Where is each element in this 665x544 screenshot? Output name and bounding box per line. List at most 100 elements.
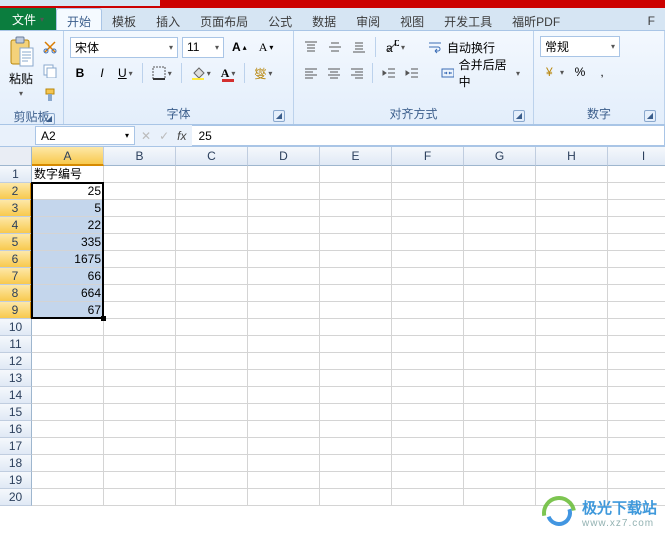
cell[interactable] xyxy=(176,251,248,268)
cell[interactable] xyxy=(464,489,536,506)
cell[interactable] xyxy=(536,166,608,183)
row-header[interactable]: 17 xyxy=(0,438,32,455)
cell[interactable] xyxy=(608,421,665,438)
dialog-launcher-icon[interactable]: ◢ xyxy=(513,110,525,122)
column-header[interactable]: B xyxy=(104,147,176,166)
cell[interactable] xyxy=(392,370,464,387)
row-header[interactable]: 8 xyxy=(0,285,32,302)
cell[interactable] xyxy=(392,455,464,472)
cell[interactable] xyxy=(104,183,176,200)
cell[interactable] xyxy=(320,489,392,506)
cell[interactable] xyxy=(248,166,320,183)
underline-button[interactable]: U▾ xyxy=(114,62,137,84)
align-left-button[interactable] xyxy=(300,62,321,84)
cell[interactable] xyxy=(248,489,320,506)
cell[interactable] xyxy=(320,336,392,353)
cell[interactable]: 25 xyxy=(32,183,104,200)
cell[interactable] xyxy=(536,319,608,336)
cell[interactable] xyxy=(608,302,665,319)
cell[interactable] xyxy=(176,319,248,336)
cell[interactable] xyxy=(320,353,392,370)
cell[interactable] xyxy=(248,200,320,217)
cell[interactable] xyxy=(392,438,464,455)
cell[interactable] xyxy=(32,489,104,506)
fill-handle[interactable] xyxy=(101,316,106,321)
column-header[interactable]: H xyxy=(536,147,608,166)
cell[interactable] xyxy=(104,285,176,302)
cell[interactable] xyxy=(392,387,464,404)
cell[interactable]: 22 xyxy=(32,217,104,234)
cell[interactable] xyxy=(536,455,608,472)
cell[interactable] xyxy=(176,285,248,302)
cell[interactable] xyxy=(248,404,320,421)
cell[interactable] xyxy=(104,200,176,217)
cell[interactable] xyxy=(536,404,608,421)
dialog-launcher-icon[interactable]: ◢ xyxy=(644,110,656,122)
cell[interactable] xyxy=(32,455,104,472)
cell[interactable] xyxy=(464,387,536,404)
row-header[interactable]: 13 xyxy=(0,370,32,387)
cell[interactable] xyxy=(248,285,320,302)
merge-center-button[interactable]: 合并后居中▾ xyxy=(434,62,527,84)
cell[interactable] xyxy=(104,234,176,251)
cell[interactable] xyxy=(392,353,464,370)
fb-cancel-icon[interactable]: ✕ xyxy=(141,129,151,143)
cut-button[interactable] xyxy=(39,36,61,58)
cell[interactable] xyxy=(320,183,392,200)
cell[interactable] xyxy=(176,455,248,472)
dialog-launcher-icon[interactable]: ◢ xyxy=(273,110,285,122)
cell[interactable] xyxy=(464,438,536,455)
italic-button[interactable]: I xyxy=(92,62,112,84)
cell[interactable] xyxy=(320,370,392,387)
cell[interactable] xyxy=(608,285,665,302)
cell[interactable] xyxy=(608,404,665,421)
row-header[interactable]: 11 xyxy=(0,336,32,353)
cell[interactable] xyxy=(608,268,665,285)
font-name-combo[interactable]: 宋体▾ xyxy=(70,37,178,58)
cell[interactable]: 335 xyxy=(32,234,104,251)
menu-tab-review[interactable]: 审阅 xyxy=(346,8,390,30)
number-format-combo[interactable]: 常规▾ xyxy=(540,36,620,57)
cell[interactable]: 5 xyxy=(32,200,104,217)
border-button[interactable]: ▾ xyxy=(148,62,176,84)
cell[interactable] xyxy=(536,285,608,302)
cell[interactable] xyxy=(392,336,464,353)
cell[interactable] xyxy=(32,353,104,370)
cell[interactable] xyxy=(176,353,248,370)
row-header[interactable]: 3 xyxy=(0,200,32,217)
row-header[interactable]: 12 xyxy=(0,353,32,370)
cell[interactable] xyxy=(320,404,392,421)
cell[interactable] xyxy=(608,472,665,489)
decrease-font-button[interactable]: A▾ xyxy=(255,36,278,58)
row-header[interactable]: 4 xyxy=(0,217,32,234)
menu-tab-foxit[interactable]: 福昕PDF xyxy=(502,8,570,30)
cell[interactable] xyxy=(392,319,464,336)
cell[interactable] xyxy=(608,217,665,234)
cell[interactable] xyxy=(392,251,464,268)
cell[interactable] xyxy=(608,251,665,268)
column-header[interactable]: F xyxy=(392,147,464,166)
cell[interactable] xyxy=(320,302,392,319)
menu-file[interactable]: 文件▾ xyxy=(0,8,56,30)
column-header[interactable]: G xyxy=(464,147,536,166)
cell[interactable] xyxy=(464,166,536,183)
cell[interactable] xyxy=(104,336,176,353)
cell[interactable] xyxy=(248,438,320,455)
row-header[interactable]: 6 xyxy=(0,251,32,268)
menu-overflow[interactable]: F xyxy=(638,8,665,30)
spreadsheet-grid[interactable]: ABCDEFGHI 123456789101112131415161718192… xyxy=(0,147,665,544)
cell[interactable] xyxy=(320,421,392,438)
cell[interactable] xyxy=(32,387,104,404)
cell[interactable] xyxy=(392,200,464,217)
cell[interactable] xyxy=(248,251,320,268)
cell[interactable] xyxy=(536,302,608,319)
cell[interactable] xyxy=(536,200,608,217)
paste-button[interactable]: 粘贴 ▾ xyxy=(6,34,36,100)
column-header[interactable]: A xyxy=(32,147,104,166)
menu-tab-dev[interactable]: 开发工具 xyxy=(434,8,502,30)
cell[interactable] xyxy=(248,472,320,489)
menu-tab-formula[interactable]: 公式 xyxy=(258,8,302,30)
cell[interactable] xyxy=(320,268,392,285)
cell[interactable] xyxy=(392,302,464,319)
cell[interactable] xyxy=(104,319,176,336)
